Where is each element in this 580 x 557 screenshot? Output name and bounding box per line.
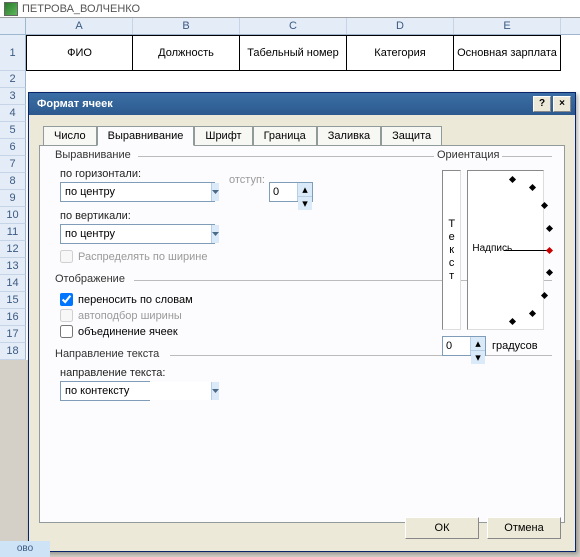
dialog-titlebar[interactable]: Формат ячеек ? × [29,93,575,115]
col-header-d[interactable]: D [347,18,454,34]
degrees-label: градусов [492,340,538,352]
column-header-row: A B C D E [0,18,580,35]
wrap-checkbox[interactable] [60,293,73,306]
row-header-15[interactable]: 15 [0,292,26,309]
tab-protection[interactable]: Защита [381,126,442,146]
cell-e1[interactable]: Основная зарплата [454,35,561,71]
alignment-group-label: Выравнивание [52,149,134,161]
spinner-up-icon[interactable]: ▴ [298,183,312,197]
textdir-group: Направление текста направление текста: [52,355,552,415]
row-header-2[interactable]: 2 [0,71,26,88]
workbook-title: ПЕТРОВА_ВОЛЧЕНКО [22,3,140,15]
degrees-spinner[interactable]: ▴▾ [442,336,486,356]
col-header-b[interactable]: B [133,18,240,34]
vertical-combo[interactable] [60,224,215,244]
indent-label: отступ: [229,174,265,186]
tab-alignment[interactable]: Выравнивание [97,126,195,146]
select-all-corner[interactable] [0,18,26,34]
col-header-e[interactable]: E [454,18,561,34]
chevron-down-icon[interactable] [211,183,219,201]
row-header-16[interactable]: 16 [0,309,26,326]
row-header-8[interactable]: 8 [0,173,26,190]
chevron-down-icon[interactable] [211,382,219,400]
workbook-titlebar: ПЕТРОВА_ВОЛЧЕНКО [0,0,580,18]
format-cells-dialog: Формат ячеек ? × Число Выравнивание Шриф… [28,92,576,552]
indent-value[interactable] [270,183,297,201]
row-header-10[interactable]: 10 [0,207,26,224]
tab-number[interactable]: Число [43,126,97,146]
cancel-button[interactable]: Отмена [487,517,561,539]
close-button[interactable]: × [553,96,571,112]
row-header-4[interactable]: 4 [0,105,26,122]
row-header-18[interactable]: 18 [0,343,26,360]
tab-font[interactable]: Шрифт [194,126,252,146]
orientation-group: Ориентация Т е к с т Надпись [434,156,552,364]
horizontal-value[interactable] [61,183,211,201]
vertical-value[interactable] [61,225,211,243]
status-bar: ово [0,541,50,557]
spinner-down-icon[interactable]: ▾ [298,197,312,210]
row-header-12[interactable]: 12 [0,241,26,258]
cell-a1[interactable]: ФИО [26,35,133,71]
merge-label: объединение ячеек [78,326,178,338]
row-headers: 2 3 4 5 6 7 8 9 10 11 12 13 14 15 16 17 … [0,71,26,360]
orientation-group-label: Ориентация [434,149,502,161]
vertical-text-button[interactable]: Т е к с т [442,170,461,330]
textdir-combo[interactable] [60,381,150,401]
dialog-buttons: ОК Отмена [405,517,561,539]
distribute-checkbox [60,250,73,263]
tab-border[interactable]: Граница [253,126,317,146]
row-header-14[interactable]: 14 [0,275,26,292]
shrink-checkbox [60,309,73,322]
row-header-7[interactable]: 7 [0,156,26,173]
merge-checkbox[interactable] [60,325,73,338]
row-header-3[interactable]: 3 [0,88,26,105]
orientation-dial-label: Надпись [472,243,512,254]
textdir-value[interactable] [61,382,211,400]
row-header-1[interactable]: 1 [0,35,26,71]
cell-d1[interactable]: Категория [347,35,454,71]
row-header-9[interactable]: 9 [0,190,26,207]
row-1: 1 ФИО Должность Табельный номер Категори… [0,35,580,71]
col-header-a[interactable]: A [26,18,133,34]
display-group-label: Отображение [52,273,128,285]
tab-fill[interactable]: Заливка [317,126,381,146]
horizontal-label: по горизонтали: [60,168,215,180]
cell-c1[interactable]: Табельный номер [240,35,347,71]
dialog-tabs: Число Выравнивание Шрифт Граница Заливка… [29,115,575,145]
spinner-down-icon[interactable]: ▾ [471,351,485,364]
alignment-panel: Выравнивание по горизонтали: отступ: [39,145,565,523]
ok-button[interactable]: ОК [405,517,479,539]
col-header-c[interactable]: C [240,18,347,34]
row-header-17[interactable]: 17 [0,326,26,343]
textdir-label: направление текста: [60,367,544,379]
cell-b1[interactable]: Должность [133,35,240,71]
wrap-label: переносить по словам [78,294,193,306]
help-button[interactable]: ? [533,96,551,112]
degrees-value[interactable] [443,337,470,355]
row-header-13[interactable]: 13 [0,258,26,275]
excel-icon [4,2,18,16]
horizontal-combo[interactable] [60,182,215,202]
dialog-title: Формат ячеек [33,98,531,110]
row-header-5[interactable]: 5 [0,122,26,139]
orientation-dial[interactable]: Надпись [467,170,544,330]
distribute-label: Распределять по ширине [78,251,207,263]
shrink-label: автоподбор ширины [78,310,182,322]
indent-spinner[interactable]: ▴▾ [269,182,313,202]
row-header-6[interactable]: 6 [0,139,26,156]
spinner-up-icon[interactable]: ▴ [471,337,485,351]
row-header-11[interactable]: 11 [0,224,26,241]
textdir-group-label: Направление текста [52,348,162,360]
chevron-down-icon[interactable] [211,225,219,243]
